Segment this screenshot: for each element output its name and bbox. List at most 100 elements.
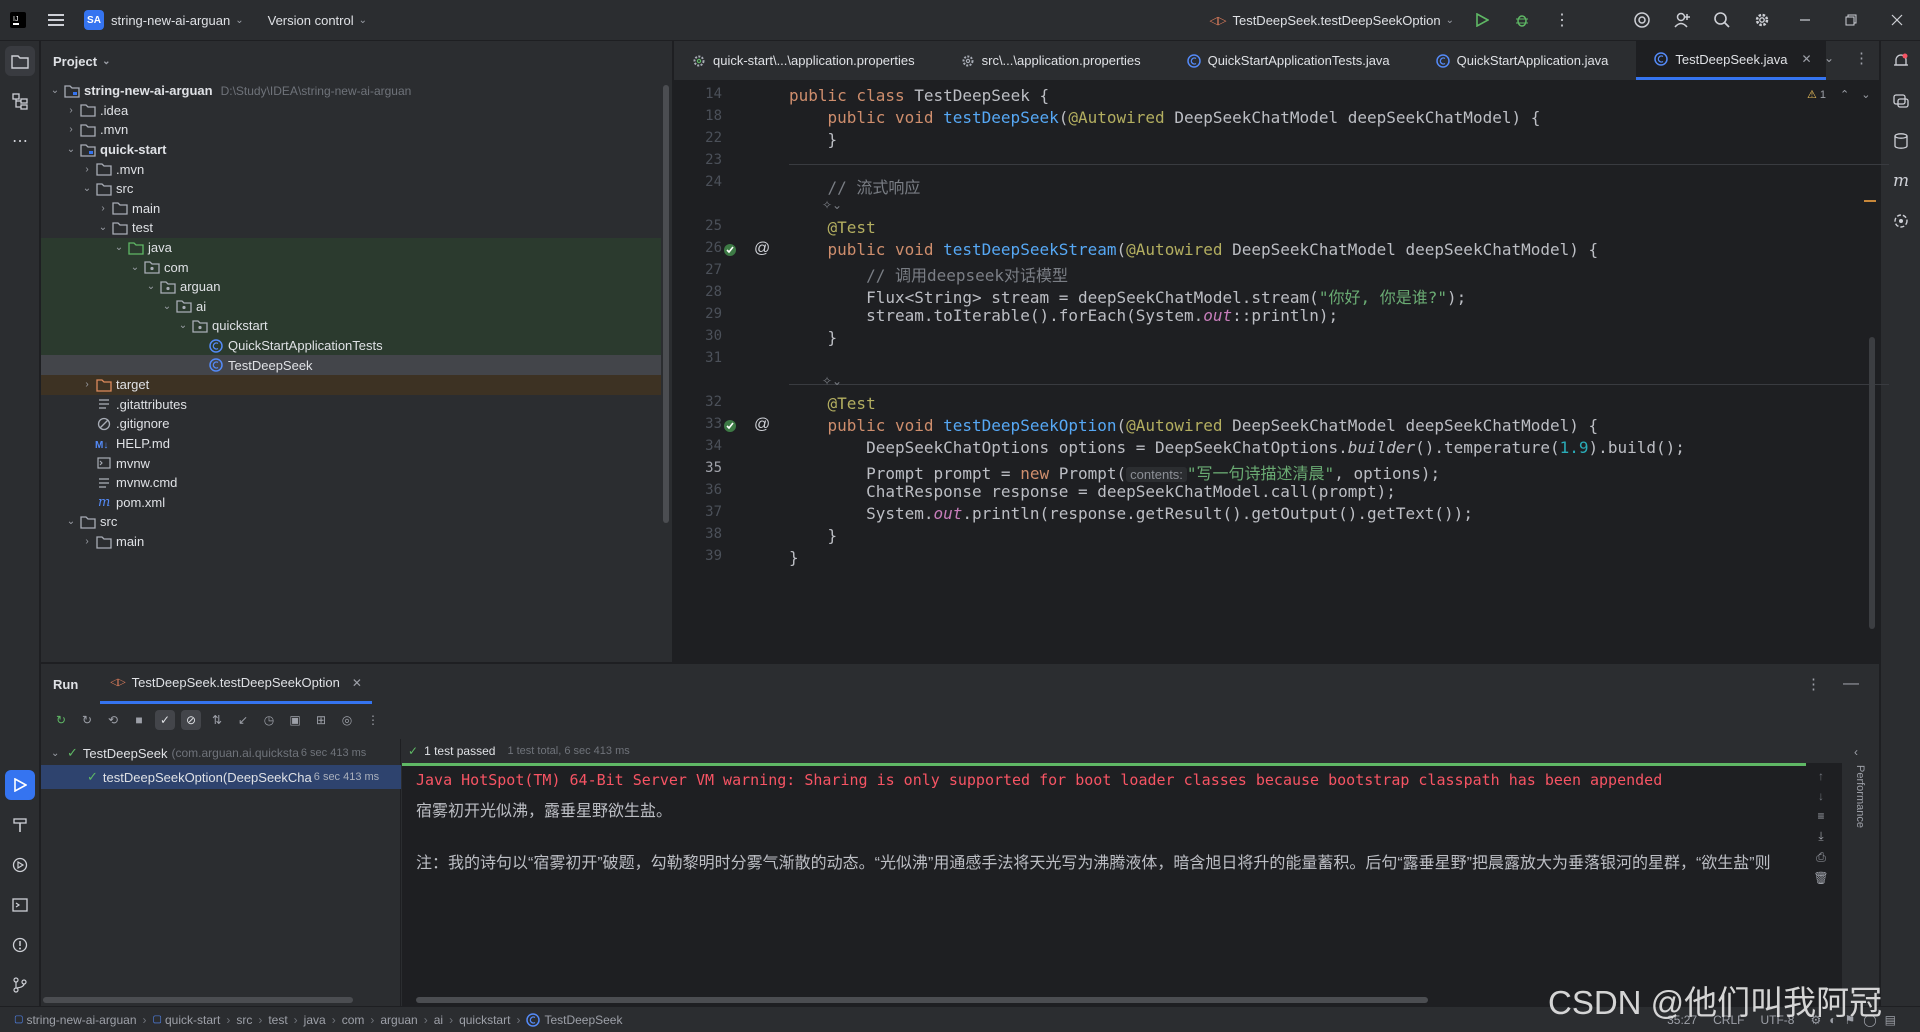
add-user-icon[interactable] bbox=[1662, 0, 1702, 41]
tree-item[interactable]: ⌄ com bbox=[41, 257, 661, 277]
main-menu-icon[interactable] bbox=[36, 0, 76, 41]
tree-item[interactable]: › main bbox=[41, 532, 661, 552]
toggle-auto-test-icon[interactable]: ⟲ bbox=[103, 710, 123, 730]
close-icon[interactable]: ✕ bbox=[1801, 52, 1811, 66]
editor-tab[interactable]: TestDeepSeek.java ✕ bbox=[1636, 41, 1826, 80]
project-switcher[interactable]: SA string-new-ai-arguan ⌄ bbox=[76, 0, 252, 41]
chevron-down-icon[interactable]: ⌄ bbox=[79, 183, 95, 194]
tree-item[interactable]: .gitignore bbox=[41, 414, 661, 434]
chevron-down-icon[interactable]: ⌄ bbox=[175, 320, 191, 331]
breadcrumb-item[interactable]: test bbox=[264, 1013, 291, 1027]
print-icon[interactable]: ⎙ bbox=[1816, 850, 1826, 865]
tree-item[interactable]: ⌄ src bbox=[41, 179, 661, 199]
breadcrumb-item[interactable]: TestDeepSeek bbox=[522, 1013, 626, 1027]
breadcrumb-item[interactable]: quickstart bbox=[455, 1013, 514, 1027]
chevron-right-icon[interactable]: › bbox=[63, 124, 79, 135]
export-icon[interactable]: ⊞ bbox=[311, 710, 331, 730]
warning-indicator[interactable]: ⚠ 1 ⌃ ⌄ bbox=[1807, 88, 1870, 102]
chevron-down-icon[interactable]: ⌄ bbox=[111, 242, 127, 253]
tree-item[interactable]: ⌄ src bbox=[41, 512, 661, 532]
scroll-down-icon[interactable]: ↓ bbox=[1818, 789, 1824, 803]
editor-tab[interactable]: QuickStartApplication.java bbox=[1418, 41, 1637, 80]
run-tool-button[interactable] bbox=[0, 765, 40, 805]
tree-item[interactable]: mvnw.cmd bbox=[41, 473, 661, 493]
tree-item[interactable]: TestDeepSeek bbox=[41, 355, 661, 375]
soft-wrap-icon[interactable]: ≡ bbox=[1817, 809, 1824, 823]
more-options-icon[interactable]: ⋮ bbox=[363, 710, 383, 730]
breadcrumb-item[interactable]: java bbox=[300, 1013, 330, 1027]
chevron-right-icon[interactable]: › bbox=[63, 105, 79, 116]
chevron-right-icon[interactable]: › bbox=[79, 536, 95, 547]
search-icon[interactable] bbox=[1702, 0, 1742, 41]
build-tool-button[interactable] bbox=[0, 805, 40, 845]
ai-chat-button[interactable] bbox=[1881, 81, 1920, 121]
more-tools-button[interactable]: ⋯ bbox=[0, 121, 40, 161]
version-control-menu[interactable]: Version control ⌄ bbox=[260, 0, 375, 41]
close-window-icon[interactable] bbox=[1874, 0, 1920, 41]
tree-item[interactable]: ⌄ test bbox=[41, 218, 661, 238]
plugin-button[interactable] bbox=[1881, 201, 1920, 241]
tree-item[interactable]: ⌄ string-new-ai-arguan D:\Study\IDEA\strin… bbox=[41, 81, 661, 101]
chevron-right-icon[interactable]: › bbox=[95, 203, 111, 214]
project-tool-button[interactable] bbox=[0, 41, 40, 81]
chevron-down-icon[interactable]: ⌄ bbox=[159, 301, 175, 312]
show-ignored-icon[interactable]: ⊘ bbox=[181, 710, 201, 730]
code-editor[interactable]: public class TestDeepSeek { public void … bbox=[789, 82, 1889, 662]
chevron-down-icon[interactable]: ⌄ bbox=[63, 516, 79, 527]
services-tool-button[interactable] bbox=[0, 845, 40, 885]
chevron-down-icon[interactable]: ⌄ bbox=[47, 85, 63, 96]
rerun-failed-icon[interactable]: ↻ bbox=[77, 710, 97, 730]
tree-item[interactable]: ⌄ arguan bbox=[41, 277, 661, 297]
tree-item[interactable]: ⌄ ai bbox=[41, 296, 661, 317]
chevron-down-icon[interactable]: ⌄ bbox=[143, 281, 159, 292]
tab-more-icon[interactable]: ⋮ bbox=[1854, 49, 1869, 67]
run-configuration-selector[interactable]: ◁▷ TestDeepSeek.testDeepSeekOption ⌄ bbox=[1202, 0, 1462, 41]
tree-item[interactable]: QuickStartApplicationTests bbox=[41, 335, 661, 356]
more-actions-icon[interactable]: ⋮ bbox=[1542, 0, 1582, 41]
structure-tool-button[interactable] bbox=[0, 81, 40, 121]
tree-item[interactable]: .gitattributes bbox=[41, 395, 661, 415]
test-row-class[interactable]: ⌄ ✓ TestDeepSeek (com.arguan.ai.quicksta… bbox=[41, 741, 401, 765]
console-scrollbar[interactable] bbox=[416, 997, 1428, 1003]
maven-button[interactable]: m bbox=[1881, 161, 1920, 201]
stop-icon[interactable]: ■ bbox=[129, 710, 149, 730]
coverage-icon[interactable]: ◎ bbox=[337, 710, 357, 730]
chevron-down-icon[interactable]: ⌄ bbox=[127, 262, 143, 273]
ai-code-vision-icon[interactable]: ✧⌄ bbox=[822, 374, 842, 388]
show-passed-icon[interactable]: ✓ bbox=[155, 710, 175, 730]
hide-panel-icon[interactable]: — bbox=[1843, 675, 1859, 693]
tree-item[interactable]: M↓ HELP.md bbox=[41, 434, 661, 454]
breadcrumb-item[interactable]: arguan bbox=[376, 1013, 421, 1027]
tree-item[interactable]: mvnw bbox=[41, 453, 661, 473]
project-panel-header[interactable]: Project ⌄ bbox=[41, 41, 672, 81]
scroll-up-icon[interactable]: ↑ bbox=[1818, 769, 1824, 783]
database-button[interactable] bbox=[1881, 121, 1920, 161]
chevron-down-icon[interactable]: ⌄ bbox=[63, 144, 79, 155]
run-icon[interactable] bbox=[1462, 0, 1502, 41]
run-tab[interactable]: ◁▷ TestDeepSeek.testDeepSeekOption ✕ bbox=[100, 664, 372, 704]
breadcrumb-item[interactable]: ▢ string-new-ai-arguan bbox=[10, 1013, 141, 1027]
autowired-gutter-icon[interactable]: @ bbox=[754, 416, 770, 434]
more-options-icon[interactable]: ⋮ bbox=[1806, 675, 1821, 693]
editor-tab[interactable]: QuickStartApplicationTests.java bbox=[1169, 41, 1418, 80]
tree-item[interactable]: › main bbox=[41, 199, 661, 219]
tree-item[interactable]: m pom.xml bbox=[41, 493, 661, 513]
tree-item[interactable]: ⌄ java bbox=[41, 237, 661, 258]
editor-tab[interactable]: src\...\application.properties bbox=[943, 41, 1169, 80]
trash-icon[interactable]: 🗑 bbox=[1813, 871, 1828, 885]
terminal-tool-button[interactable] bbox=[0, 885, 40, 925]
test-history-icon[interactable]: ◷ bbox=[259, 710, 279, 730]
close-icon[interactable]: ✕ bbox=[352, 676, 362, 690]
breadcrumb-item[interactable]: ▢ quick-start bbox=[149, 1013, 225, 1027]
git-tool-button[interactable] bbox=[0, 965, 40, 1005]
performance-side-panel[interactable]: ‹ Performance bbox=[1842, 739, 1878, 1007]
tree-item[interactable]: › .mvn bbox=[41, 120, 661, 140]
restore-window-icon[interactable] bbox=[1828, 0, 1874, 41]
tab-list-chevron-icon[interactable]: ⌄ bbox=[1824, 51, 1834, 65]
tree-item[interactable]: ⌄ quick-start bbox=[41, 140, 661, 160]
editor-scrollbar[interactable] bbox=[1869, 337, 1875, 629]
sort-icon[interactable]: ⇅ bbox=[207, 710, 227, 730]
tree-item[interactable]: › .idea bbox=[41, 101, 661, 121]
tree-item[interactable]: ⌄ quickstart bbox=[41, 316, 661, 336]
settings-icon[interactable] bbox=[1742, 0, 1782, 41]
